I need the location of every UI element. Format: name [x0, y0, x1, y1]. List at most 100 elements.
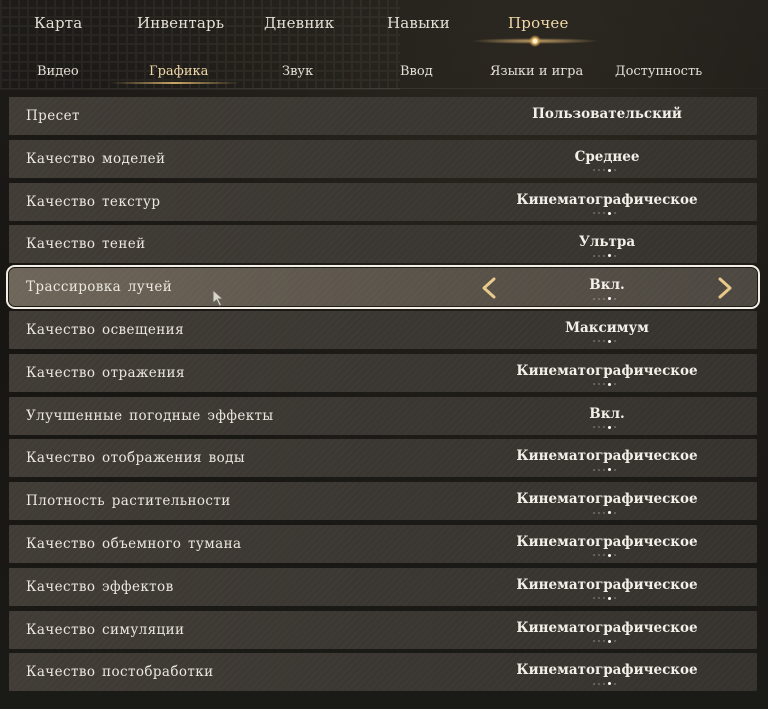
option-dot	[608, 553, 611, 557]
option-dot	[598, 426, 600, 429]
setting-value: Ультра	[578, 234, 636, 251]
option-dot	[598, 640, 600, 643]
setting-value: Кинематографическое	[516, 448, 698, 465]
setting-row[interactable]: Пресет Пользовательский	[9, 97, 757, 135]
option-dot	[603, 212, 605, 215]
option-dot	[608, 511, 611, 515]
setting-row[interactable]: Качество отражения Кинематографическое	[9, 353, 757, 392]
setting-row[interactable]: Качество текстур Кинематографическое	[9, 182, 757, 221]
tab-journal[interactable]: Дневник	[264, 14, 334, 32]
setting-row[interactable]: Качество моделей Среднее	[9, 139, 757, 178]
option-position-dots	[593, 511, 633, 515]
option-dot	[614, 640, 616, 643]
option-dot	[598, 212, 600, 215]
setting-value: Кинематографическое	[516, 362, 698, 379]
option-dot	[608, 168, 611, 172]
option-dot	[608, 211, 611, 215]
setting-value: Максимум	[565, 319, 649, 336]
setting-label: Пресет	[26, 108, 80, 124]
chevron-left-icon[interactable]	[479, 277, 499, 299]
setting-value: Среднее	[574, 148, 640, 165]
subtab-video[interactable]: Видео	[37, 64, 79, 79]
option-position-dots	[593, 211, 633, 215]
option-dot	[598, 554, 600, 557]
option-dot	[593, 212, 595, 215]
option-dot	[608, 596, 611, 600]
settings-screen: Карта Инвентарь Дневник Навыки Прочее Ви…	[0, 0, 768, 709]
setting-row[interactable]: Улучшенные погодные эффекты Вкл.	[9, 396, 757, 435]
top-navigation: Карта Инвентарь Дневник Навыки Прочее	[0, 0, 768, 52]
subtab-input[interactable]: Ввод	[400, 64, 433, 79]
setting-row[interactable]: Качество отображения воды Кинематографиче…	[9, 439, 757, 478]
option-dot	[593, 597, 595, 600]
setting-value: Пользовательский	[532, 106, 682, 122]
setting-label: Качество эффектов	[26, 578, 174, 595]
option-dot	[614, 426, 616, 429]
setting-value: Вкл.	[589, 405, 625, 422]
setting-row[interactable]: Качество постобработки Кинематографическо…	[9, 653, 757, 692]
option-dot	[614, 383, 616, 386]
setting-label: Качество отражения	[26, 364, 185, 381]
setting-row[interactable]: Качество симуляции Кинематографическое	[9, 610, 757, 649]
option-dot	[598, 468, 600, 471]
setting-value: Кинематографическое	[516, 662, 698, 679]
option-dot	[598, 340, 600, 343]
setting-label: Улучшенные погодные эффекты	[26, 407, 274, 424]
option-dot	[603, 169, 605, 172]
setting-row[interactable]: Качество объемного тумана Кинематографиче…	[9, 524, 757, 563]
tab-map[interactable]: Карта	[34, 14, 82, 32]
option-dot	[593, 297, 595, 300]
option-position-dots	[593, 596, 633, 600]
option-position-dots	[593, 168, 633, 172]
mouse-cursor-icon	[212, 289, 225, 307]
active-tab-indicator	[529, 35, 541, 47]
option-dot	[614, 169, 616, 172]
setting-row[interactable]: Плотность растительности Кинематографичес…	[9, 482, 757, 521]
option-dot	[608, 425, 611, 429]
option-dot	[614, 212, 616, 215]
header-divider	[0, 88, 768, 89]
option-dot	[598, 254, 600, 257]
option-dot	[593, 169, 595, 172]
option-dot	[603, 426, 605, 429]
setting-row[interactable]: Качество эффектов Кинематографическое	[9, 567, 757, 606]
setting-value: Кинематографическое	[516, 533, 698, 550]
option-position-dots	[593, 682, 633, 686]
option-dot	[603, 511, 605, 514]
setting-value: Кинематографическое	[516, 619, 698, 636]
option-dot	[593, 468, 595, 471]
option-dot	[598, 383, 600, 386]
subtab-sound[interactable]: Звук	[282, 64, 313, 79]
setting-value: Кинематографическое	[516, 576, 698, 593]
setting-value: Вкл.	[589, 277, 625, 294]
setting-row[interactable]: Трассировка лучей Вкл.	[6, 265, 760, 310]
option-dot	[608, 639, 611, 643]
setting-row[interactable]: Качество теней Ультра	[9, 225, 757, 264]
setting-label: Качество симуляции	[26, 621, 185, 638]
setting-label: Качество постобработки	[26, 664, 214, 681]
option-dot	[608, 468, 611, 472]
setting-label: Плотность растительности	[26, 493, 231, 510]
subtab-graphics[interactable]: Графика	[149, 64, 208, 79]
setting-label: Качество освещения	[26, 321, 184, 338]
option-dot	[598, 597, 600, 600]
option-position-dots	[593, 425, 633, 429]
option-dot	[614, 297, 616, 300]
setting-label: Качество отображения воды	[26, 450, 245, 467]
option-dot	[593, 426, 595, 429]
option-position-dots	[593, 382, 633, 386]
option-dot	[603, 468, 605, 471]
option-dot	[603, 597, 605, 600]
setting-label: Качество теней	[26, 236, 146, 253]
option-dot	[608, 682, 611, 686]
tab-other[interactable]: Прочее	[508, 14, 569, 32]
subtab-language-game[interactable]: Языки и игра	[490, 64, 583, 79]
tab-inventory[interactable]: Инвентарь	[137, 14, 224, 32]
option-dot	[593, 554, 595, 557]
chevron-right-icon[interactable]	[715, 277, 735, 299]
setting-row[interactable]: Качество освещения Максимум	[9, 310, 757, 349]
setting-label: Качество объемного тумана	[26, 535, 242, 552]
tab-skills[interactable]: Навыки	[387, 14, 450, 32]
subtab-accessibility[interactable]: Доступность	[615, 64, 702, 79]
option-dot	[614, 340, 616, 343]
